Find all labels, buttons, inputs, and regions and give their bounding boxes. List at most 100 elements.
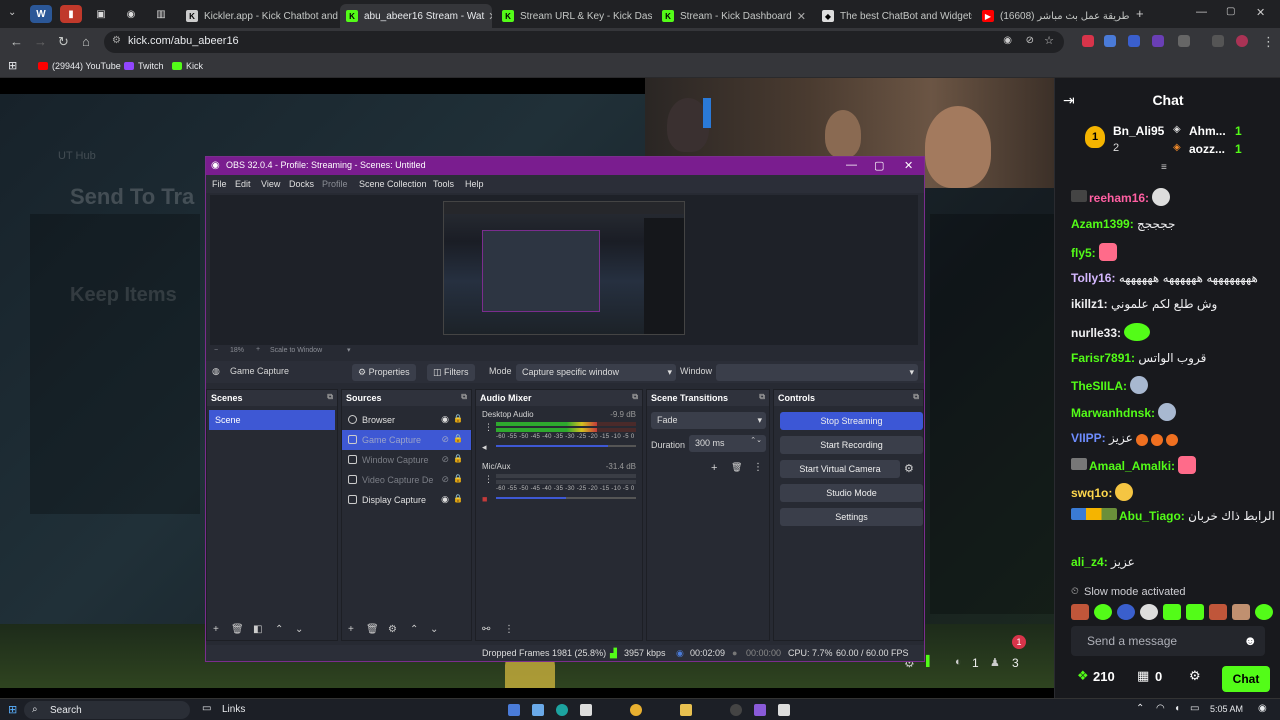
back-icon[interactable]: ←	[10, 34, 23, 49]
link-icon[interactable]: ⚯	[482, 624, 490, 635]
app-1-icon[interactable]	[508, 704, 520, 716]
app-4-icon[interactable]	[580, 704, 592, 716]
reload-icon[interactable]: ↻	[58, 34, 69, 50]
emote-icon[interactable]	[1209, 604, 1227, 620]
tab-stream-url[interactable]: K Stream URL & Key - Kick Dash ✕	[496, 4, 652, 28]
close-icon[interactable]: ✕	[1130, 10, 1132, 23]
menu-docks[interactable]: Docks	[289, 179, 314, 189]
extension-2-icon[interactable]	[1104, 35, 1116, 47]
emoji-icon[interactable]: ☻	[1243, 633, 1257, 648]
undock-icon[interactable]: ⧉	[759, 392, 765, 402]
extension-3-icon[interactable]	[1128, 35, 1140, 47]
emote-icon[interactable]	[1071, 604, 1089, 620]
mute-icon[interactable]: ◂	[482, 442, 487, 453]
tab-kick-dashboard[interactable]: K Stream - Kick Dashboard ✕	[656, 4, 812, 28]
transition-select[interactable]: Fade ▾	[651, 412, 766, 429]
zoom-out-icon[interactable]: −	[214, 347, 218, 354]
task-view-icon[interactable]: ▭	[202, 703, 211, 714]
add-icon[interactable]: +	[711, 462, 717, 474]
source-item[interactable]: Game Capture ⊘ 🔒	[342, 430, 471, 450]
stop-streaming-button[interactable]: Stop Streaming	[780, 412, 923, 430]
edge-icon[interactable]	[556, 704, 568, 716]
pin-icon[interactable]: ≡	[1161, 162, 1167, 173]
pinned-tab-globe[interactable]: ◉	[120, 5, 142, 23]
maximize-icon[interactable]: ▢	[1226, 6, 1235, 17]
tab-chatbot[interactable]: ◆ The best ChatBot and Widgets ✕	[816, 4, 972, 28]
menu-icon[interactable]: ⋮	[504, 624, 514, 635]
app-9-icon[interactable]	[778, 704, 790, 716]
close-icon[interactable]: ✕	[484, 10, 492, 23]
move-down-icon[interactable]: ⌄	[295, 624, 303, 635]
eye-hidden-icon[interactable]: ⊘	[441, 454, 449, 465]
url-input[interactable]: ⚙ kick.com/abu_abeer16 ◉ ⊘ ☆	[104, 31, 1064, 53]
trash-icon[interactable]: 🗑	[366, 624, 379, 635]
chat-username[interactable]: Tolly16:	[1071, 271, 1115, 285]
links-label[interactable]: Links	[222, 704, 245, 715]
chat-username[interactable]: Abu_Tiago:	[1119, 509, 1185, 523]
eye-hidden-icon[interactable]: ⊘	[441, 434, 449, 445]
emote-icon[interactable]	[1232, 604, 1250, 620]
chat-username[interactable]: TheSIILA:	[1071, 379, 1127, 393]
chat-username[interactable]: VIIPP:	[1071, 431, 1106, 445]
app-8-icon[interactable]	[754, 704, 766, 716]
clock[interactable]: 5:05 AM	[1210, 704, 1243, 714]
mic-muted-icon[interactable]: ■	[482, 494, 487, 504]
virtual-camera-gear-icon[interactable]: ⚙	[904, 462, 914, 475]
duration-input[interactable]: 300 ms ⌃⌄	[689, 435, 766, 452]
undock-icon[interactable]: ⧉	[327, 392, 333, 402]
eye-icon[interactable]: ◉	[441, 494, 449, 505]
chat-message-input[interactable]: Send a message ☻	[1071, 626, 1265, 656]
studio-mode-button[interactable]: Studio Mode	[780, 484, 923, 502]
filter-icon[interactable]: ◧	[253, 624, 262, 635]
trash-icon[interactable]: 🗑	[231, 624, 244, 635]
extension-4-icon[interactable]	[1152, 35, 1164, 47]
volume-slider[interactable]	[496, 445, 636, 447]
chat-username[interactable]: Farisr7891:	[1071, 351, 1135, 365]
menu-view[interactable]: View	[261, 179, 280, 189]
tray-chevron-icon[interactable]: ⌃	[1136, 703, 1144, 714]
chat-username[interactable]: Amaal_Amalki:	[1089, 459, 1175, 473]
leader-name[interactable]: aozz...	[1189, 142, 1225, 156]
menu-icon[interactable]: ⋮	[1262, 34, 1275, 50]
pinned-tab-bank[interactable]: ▥	[150, 5, 172, 23]
notification-icon[interactable]: ◉	[1258, 703, 1267, 714]
maximize-icon[interactable]: ▢	[874, 159, 884, 172]
pinned-tab-red[interactable]: ▮	[60, 5, 82, 23]
menu-file[interactable]: File	[212, 179, 227, 189]
properties-button[interactable]: ⚙ Properties	[352, 364, 416, 381]
start-virtual-camera-button[interactable]: Start Virtual Camera	[780, 460, 900, 478]
chrome-icon[interactable]	[630, 704, 642, 716]
add-icon[interactable]: +	[348, 624, 354, 635]
file-explorer-icon[interactable]	[680, 704, 692, 716]
emote-icon[interactable]	[1140, 604, 1158, 620]
battery-icon[interactable]: ▭	[1190, 703, 1199, 714]
track-menu-icon[interactable]: ⋮	[484, 422, 493, 433]
home-icon[interactable]: ⌂	[82, 34, 90, 49]
undock-icon[interactable]: ⧉	[461, 392, 467, 402]
bookmark-kick[interactable]: Kick	[172, 61, 203, 71]
windows-start-icon[interactable]: ⊞	[8, 703, 17, 716]
chat-username[interactable]: fly5:	[1071, 246, 1096, 260]
gift-icon[interactable]: ▦	[1137, 668, 1149, 684]
settings-button[interactable]: Settings	[780, 508, 923, 526]
gear-icon[interactable]: ⚙	[388, 624, 397, 635]
hide-icon[interactable]: ◉	[1003, 35, 1012, 46]
eye-icon[interactable]: ◉	[441, 414, 449, 425]
emote-icon[interactable]	[1186, 604, 1204, 620]
menu-edit[interactable]: Edit	[235, 179, 251, 189]
source-item[interactable]: Window Capture ⊘ 🔒	[342, 450, 471, 470]
taskbar-search[interactable]: ⌕ Search	[24, 701, 190, 719]
minimize-icon[interactable]: —	[1196, 6, 1207, 18]
emote-icon[interactable]	[1255, 604, 1273, 620]
chat-username[interactable]: Marwanhdnsk:	[1071, 406, 1155, 420]
new-tab-icon[interactable]: +	[1136, 6, 1144, 21]
scale-mode[interactable]: Scale to Window	[270, 347, 322, 354]
points-icon[interactable]: ❖	[1077, 668, 1089, 684]
chat-username[interactable]: reeham16:	[1089, 191, 1149, 205]
undock-icon[interactable]: ⧉	[632, 392, 638, 402]
move-up-icon[interactable]: ⌃	[410, 624, 418, 635]
extension-1-icon[interactable]	[1082, 35, 1094, 47]
emote-icon[interactable]	[1163, 604, 1181, 620]
move-down-icon[interactable]: ⌄	[430, 624, 438, 635]
trash-icon[interactable]: 🗑	[731, 462, 742, 473]
